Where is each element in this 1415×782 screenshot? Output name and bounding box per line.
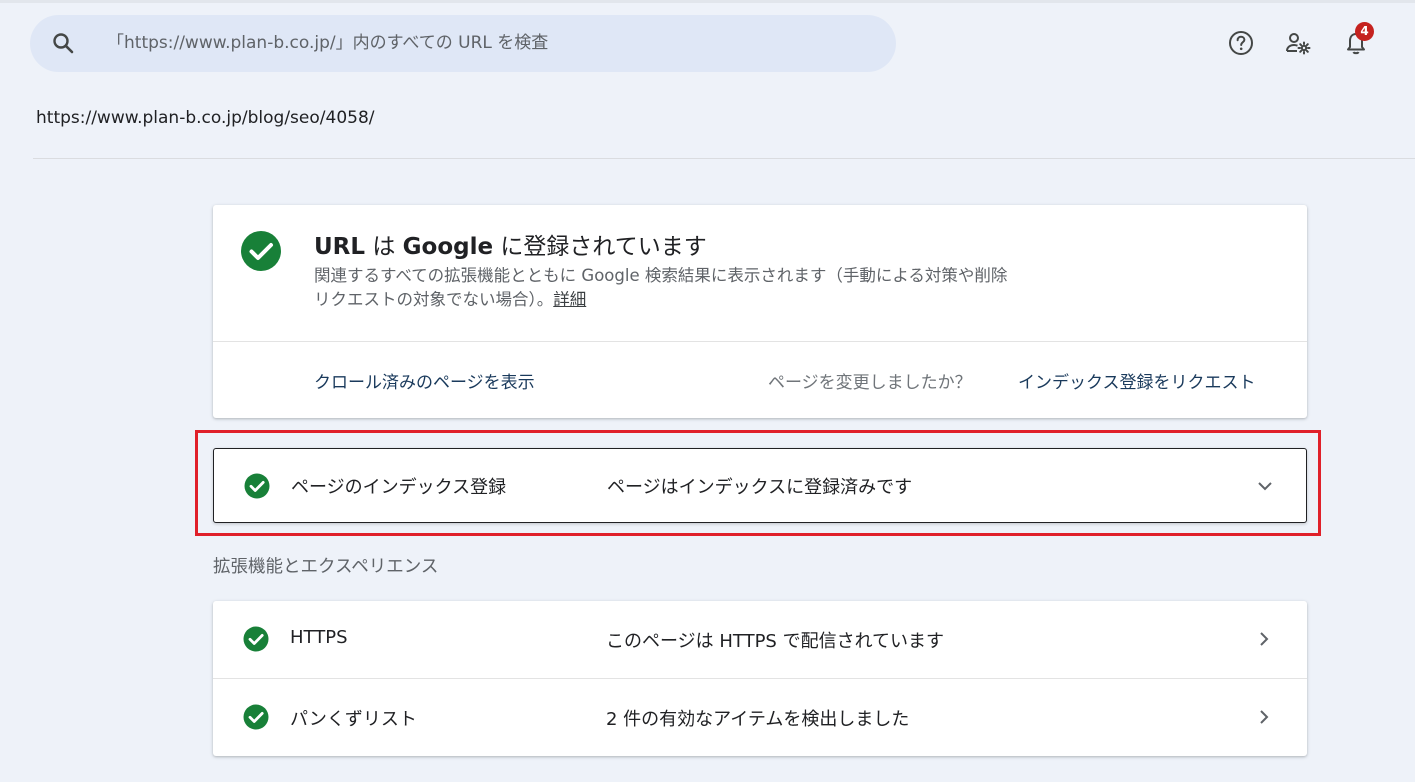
enhancements-heading: 拡張機能とエクスペリエンス xyxy=(213,557,439,577)
search-input-placeholder[interactable]: 「https://www.plan-b.co.jp/」内のすべての URL を検… xyxy=(107,15,548,72)
details-link[interactable]: 詳細 xyxy=(553,290,586,309)
summary-description: 関連するすべての拡張機能とともに Google 検索結果に表示されます（手動によ… xyxy=(314,264,1014,312)
enhancement-status: このページは HTTPS で配信されています xyxy=(606,631,945,652)
top-border xyxy=(0,0,1415,3)
title-google: Google xyxy=(402,234,494,260)
chevron-down-icon[interactable] xyxy=(1255,476,1275,496)
title-ha: は xyxy=(365,234,403,260)
view-crawled-page-link[interactable]: クロール済みのページを表示 xyxy=(314,368,535,393)
indexing-summary-card: URL は Google に登録されています 関連するすべての拡張機能とともに … xyxy=(213,205,1307,418)
request-indexing-button[interactable]: インデックス登録をリクエスト xyxy=(1018,368,1256,393)
check-circle-icon xyxy=(244,473,270,499)
title-url: URL xyxy=(314,234,366,260)
manage-users-icon[interactable] xyxy=(1285,30,1311,56)
notification-count-badge: 4 xyxy=(1355,22,1374,41)
enhancements-card: HTTPS このページは HTTPS で配信されています パンくずリスト 2 件… xyxy=(213,601,1307,756)
enhancement-label: パンくずリスト xyxy=(290,709,417,730)
title-rest: に登録されています xyxy=(493,234,707,260)
summary-title: URL は Google に登録されています xyxy=(314,227,707,261)
page-changed-question: ページを変更しましたか？ xyxy=(768,373,972,393)
page-indexing-status: ページはインデックスに登録済みです xyxy=(607,477,913,498)
header-divider xyxy=(33,158,1415,159)
url-inspection-search-bar[interactable]: 「https://www.plan-b.co.jp/」内のすべての URL を検… xyxy=(30,15,896,72)
enhancement-status: 2 件の有効なアイテムを検出しました xyxy=(606,709,910,730)
chevron-right-icon[interactable] xyxy=(1254,629,1274,649)
summary-description-text: 関連するすべての拡張機能とともに Google 検索結果に表示されます（手動によ… xyxy=(314,266,1008,309)
page-indexing-label: ページのインデックス登録 xyxy=(291,477,507,498)
help-icon[interactable] xyxy=(1228,30,1254,56)
search-icon xyxy=(53,33,74,54)
chevron-right-icon[interactable] xyxy=(1254,707,1274,727)
enhancement-label: HTTPS xyxy=(290,627,348,648)
check-circle-icon xyxy=(243,626,269,652)
check-circle-icon xyxy=(241,231,281,271)
summary-divider xyxy=(213,341,1307,342)
check-circle-icon xyxy=(243,704,269,730)
enhancement-divider xyxy=(213,678,1307,679)
page-indexing-row[interactable]: ページのインデックス登録 ページはインデックスに登録済みです xyxy=(213,448,1307,523)
inspected-url: https://www.plan-b.co.jp/blog/seo/4058/ xyxy=(36,108,375,128)
